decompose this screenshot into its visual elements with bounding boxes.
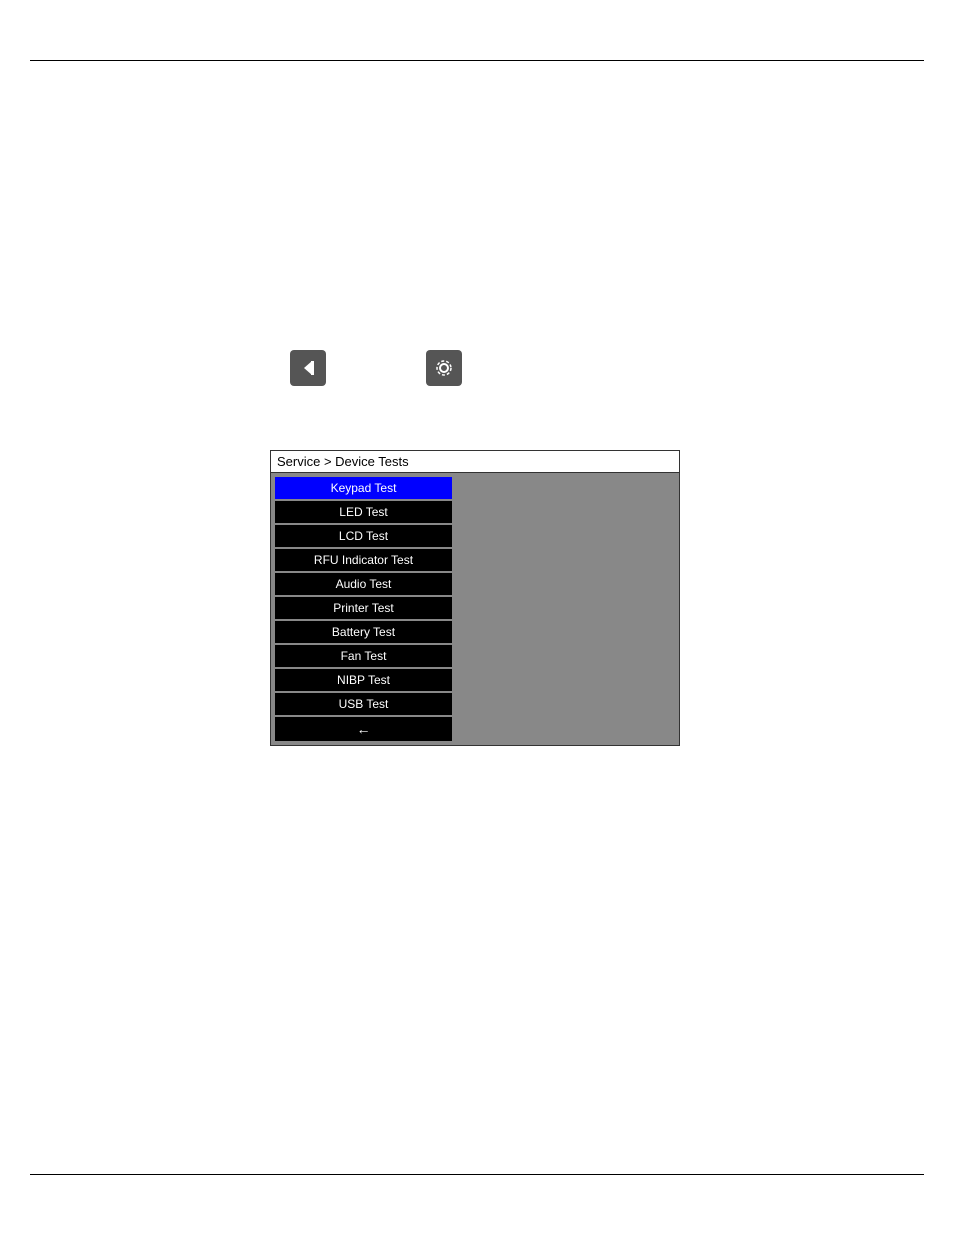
menu-body: Keypad TestLED TestLCD TestRFU Indicator… — [271, 473, 679, 745]
back-icon[interactable] — [290, 350, 326, 386]
menu-item[interactable]: RFU Indicator Test — [275, 549, 452, 571]
menu-item[interactable]: Battery Test — [275, 621, 452, 643]
menu-item[interactable]: Fan Test — [275, 645, 452, 667]
icon-area — [290, 350, 462, 386]
top-rule — [30, 60, 924, 61]
menu-right-panel — [456, 473, 679, 745]
menu-title: Service > Device Tests — [271, 451, 679, 473]
menu-list: Keypad TestLED TestLCD TestRFU Indicator… — [271, 473, 456, 745]
menu-item[interactable]: LCD Test — [275, 525, 452, 547]
menu-item[interactable]: Printer Test — [275, 597, 452, 619]
menu-item[interactable]: Keypad Test — [275, 477, 452, 499]
settings-icon[interactable] — [426, 350, 462, 386]
menu-item[interactable]: USB Test — [275, 693, 452, 715]
menu-item[interactable]: LED Test — [275, 501, 452, 523]
bottom-rule — [30, 1174, 924, 1175]
menu-container: Service > Device Tests Keypad TestLED Te… — [270, 450, 680, 746]
back-button[interactable]: ← — [275, 717, 452, 741]
menu-item[interactable]: NIBP Test — [275, 669, 452, 691]
menu-item[interactable]: Audio Test — [275, 573, 452, 595]
